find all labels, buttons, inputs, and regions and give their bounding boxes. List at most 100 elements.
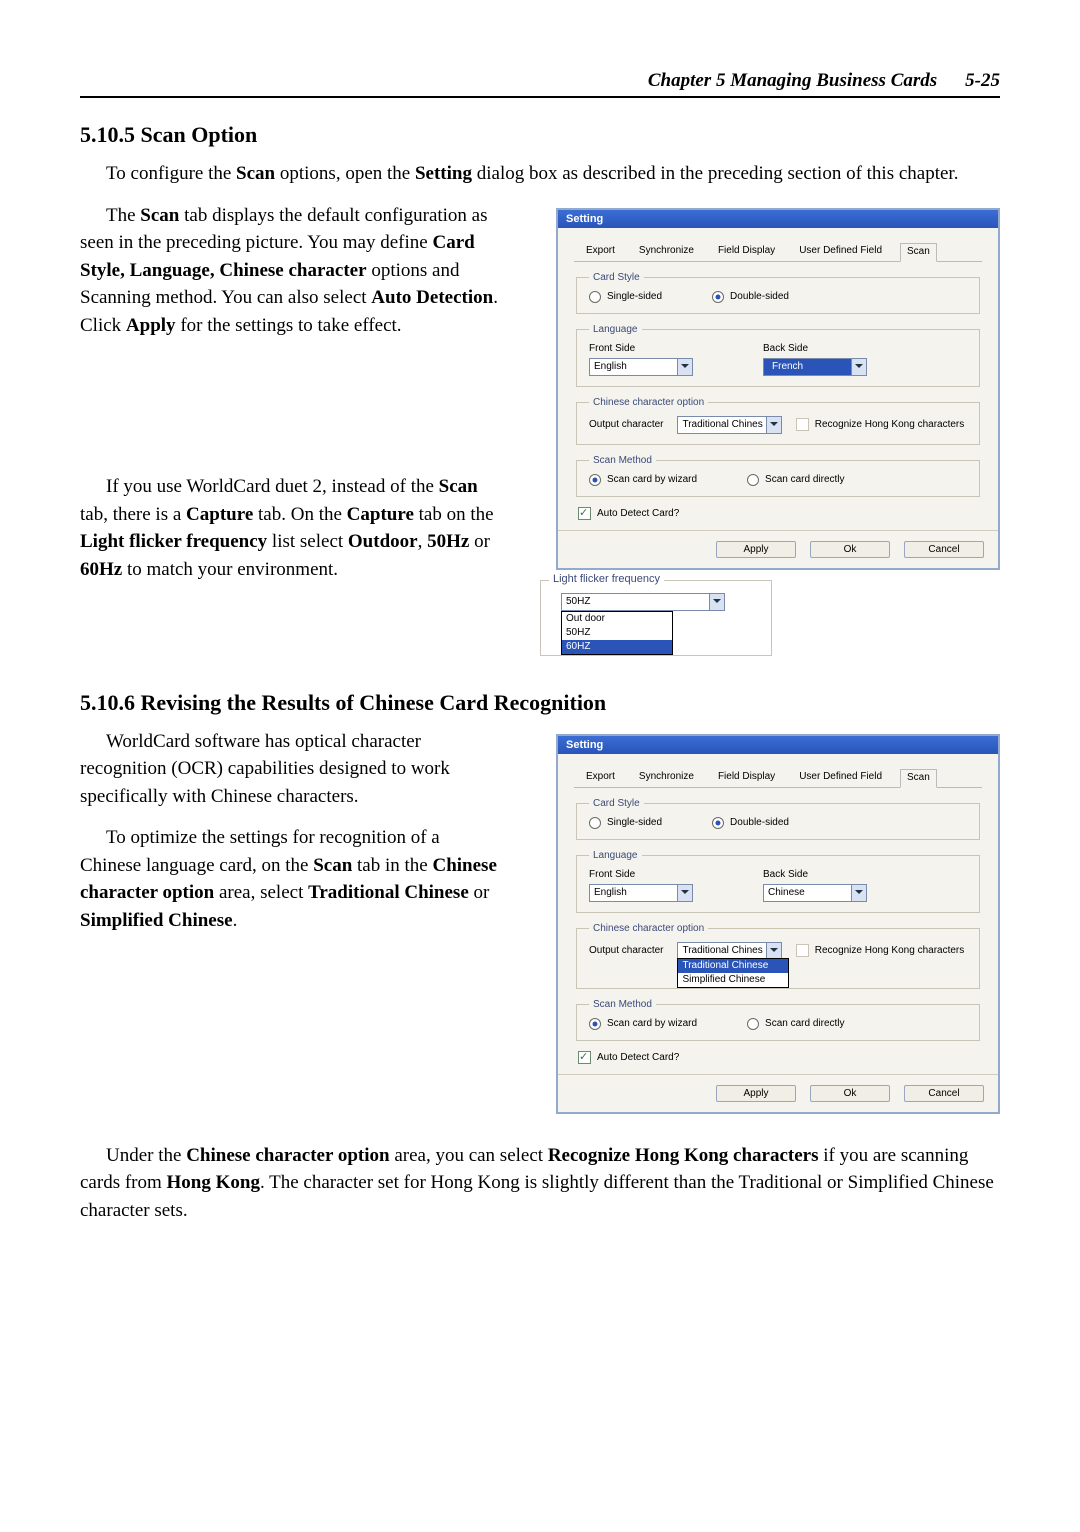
back-side-select[interactable]: Chinese <box>763 884 867 902</box>
front-side-label: Front Side <box>589 869 693 880</box>
radio-icon <box>712 817 724 829</box>
apply-button[interactable]: Apply <box>716 1085 796 1102</box>
tab-scan[interactable]: Scan <box>900 769 937 788</box>
tab-scan[interactable]: Scan <box>900 243 937 262</box>
ok-button[interactable]: Ok <box>810 541 890 558</box>
front-side-select[interactable]: English <box>589 358 693 376</box>
tab-field-display[interactable]: Field Display <box>712 243 781 262</box>
radio-icon <box>747 474 759 486</box>
radio-double-sided[interactable]: Double-sided <box>712 817 789 829</box>
chinese-character-option-group: Chinese character option Output characte… <box>576 923 980 989</box>
back-side-select[interactable]: French <box>763 358 867 376</box>
card-style-legend: Card Style <box>589 272 644 283</box>
output-character-select[interactable]: Traditional Chines <box>677 416 781 434</box>
dialog-titlebar: Setting <box>558 210 998 228</box>
paragraph: To configure the Scan options, open the … <box>80 160 1000 188</box>
chevron-down-icon <box>766 417 781 433</box>
chevron-down-icon <box>677 359 692 375</box>
radio-icon <box>589 291 601 303</box>
card-style-legend: Card Style <box>589 798 644 809</box>
output-option-traditional[interactable]: Traditional Chinese <box>678 959 788 973</box>
page-number: 5-25 <box>965 70 1000 92</box>
scan-method-legend: Scan Method <box>589 999 656 1010</box>
tab-export[interactable]: Export <box>580 243 621 262</box>
scan-method-group: Scan Method Scan card by wizard Scan car… <box>576 455 980 497</box>
flicker-legend: Light flicker frequency <box>549 573 664 585</box>
flicker-select[interactable]: 50HZ <box>561 593 725 611</box>
front-side-select[interactable]: English <box>589 884 693 902</box>
chinese-character-option-group: Chinese character option Output characte… <box>576 397 980 445</box>
flicker-option-outdoor[interactable]: Out door <box>562 612 672 626</box>
card-style-group: Card Style Single-sided Double-sided <box>576 272 980 314</box>
chevron-down-icon <box>709 594 724 610</box>
radio-single-sided[interactable]: Single-sided <box>589 291 662 303</box>
recognize-hk-checkbox[interactable]: Recognize Hong Kong characters <box>796 944 965 957</box>
ok-button[interactable]: Ok <box>810 1085 890 1102</box>
checkbox-icon <box>578 1051 591 1064</box>
language-legend: Language <box>589 324 642 335</box>
flicker-option-50hz[interactable]: 50HZ <box>562 626 672 640</box>
radio-scan-directly[interactable]: Scan card directly <box>747 474 844 486</box>
auto-detect-checkbox[interactable]: Auto Detect Card? <box>578 507 679 520</box>
chapter-title: Chapter 5 Managing Business Cards <box>648 70 937 92</box>
page-header: Chapter 5 Managing Business Cards 5-25 <box>80 70 1000 98</box>
dialog-button-row: Apply Ok Cancel <box>558 530 998 568</box>
chevron-down-icon <box>851 359 866 375</box>
section-heading-revising: 5.10.6 Revising the Results of Chinese C… <box>80 690 1000 716</box>
flicker-option-60hz[interactable]: 60HZ <box>562 640 672 654</box>
radio-icon <box>589 474 601 486</box>
apply-button[interactable]: Apply <box>716 541 796 558</box>
tab-export[interactable]: Export <box>580 769 621 788</box>
scan-method-group: Scan Method Scan card by wizard Scan car… <box>576 999 980 1041</box>
tab-synchronize[interactable]: Synchronize <box>633 769 700 788</box>
language-group: Language Front Side English Back Side Fr… <box>576 324 980 387</box>
front-side-label: Front Side <box>589 343 693 354</box>
paragraph: The Scan tab displays the default config… <box>80 202 500 340</box>
output-option-simplified[interactable]: Simplified Chinese <box>678 973 788 987</box>
radio-icon <box>747 1018 759 1030</box>
checkbox-icon <box>578 507 591 520</box>
language-legend: Language <box>589 850 642 861</box>
radio-scan-by-wizard[interactable]: Scan card by wizard <box>589 1018 697 1030</box>
output-character-dropdown-list: Traditional Chinese Simplified Chinese <box>677 958 789 988</box>
dialog-titlebar: Setting <box>558 736 998 754</box>
radio-double-sided[interactable]: Double-sided <box>712 291 789 303</box>
radio-scan-by-wizard[interactable]: Scan card by wizard <box>589 474 697 486</box>
auto-detect-checkbox[interactable]: Auto Detect Card? <box>578 1051 679 1064</box>
scan-method-legend: Scan Method <box>589 455 656 466</box>
dialog-button-row: Apply Ok Cancel <box>558 1074 998 1112</box>
cancel-button[interactable]: Cancel <box>904 1085 984 1102</box>
back-side-label: Back Side <box>763 343 867 354</box>
radio-icon <box>589 1018 601 1030</box>
setting-dialog: Setting Export Synchronize Field Display… <box>556 734 1000 1114</box>
paragraph: Under the Chinese character option area,… <box>80 1142 1000 1225</box>
card-style-group: Card Style Single-sided Double-sided <box>576 798 980 840</box>
cco-legend: Chinese character option <box>589 923 708 934</box>
section-heading-scan-option: 5.10.5 Scan Option <box>80 122 1000 148</box>
flicker-dropdown-list: Out door 50HZ 60HZ <box>561 611 673 655</box>
language-group: Language Front Side English Back Side Ch… <box>576 850 980 913</box>
paragraph: To optimize the settings for recognition… <box>80 824 500 934</box>
back-side-label: Back Side <box>763 869 867 880</box>
recognize-hk-checkbox[interactable]: Recognize Hong Kong characters <box>796 418 965 431</box>
chevron-down-icon <box>851 885 866 901</box>
radio-single-sided[interactable]: Single-sided <box>589 817 662 829</box>
tab-field-display[interactable]: Field Display <box>712 769 781 788</box>
cco-legend: Chinese character option <box>589 397 708 408</box>
tab-user-defined-field[interactable]: User Defined Field <box>793 243 888 262</box>
paragraph: If you use WorldCard duet 2, instead of … <box>80 473 500 583</box>
radio-icon <box>712 291 724 303</box>
tab-user-defined-field[interactable]: User Defined Field <box>793 769 888 788</box>
paragraph: WorldCard software has optical character… <box>80 728 500 811</box>
light-flicker-group: Light flicker frequency 50HZ Out door 50… <box>540 580 772 656</box>
chevron-down-icon <box>677 885 692 901</box>
dialog-tabs: Export Synchronize Field Display User De… <box>574 768 982 788</box>
dialog-tabs: Export Synchronize Field Display User De… <box>574 242 982 262</box>
setting-dialog: Setting Export Synchronize Field Display… <box>556 208 1000 570</box>
checkbox-icon <box>796 418 809 431</box>
tab-synchronize[interactable]: Synchronize <box>633 243 700 262</box>
cancel-button[interactable]: Cancel <box>904 541 984 558</box>
radio-scan-directly[interactable]: Scan card directly <box>747 1018 844 1030</box>
radio-icon <box>589 817 601 829</box>
output-character-label: Output character <box>589 419 663 430</box>
